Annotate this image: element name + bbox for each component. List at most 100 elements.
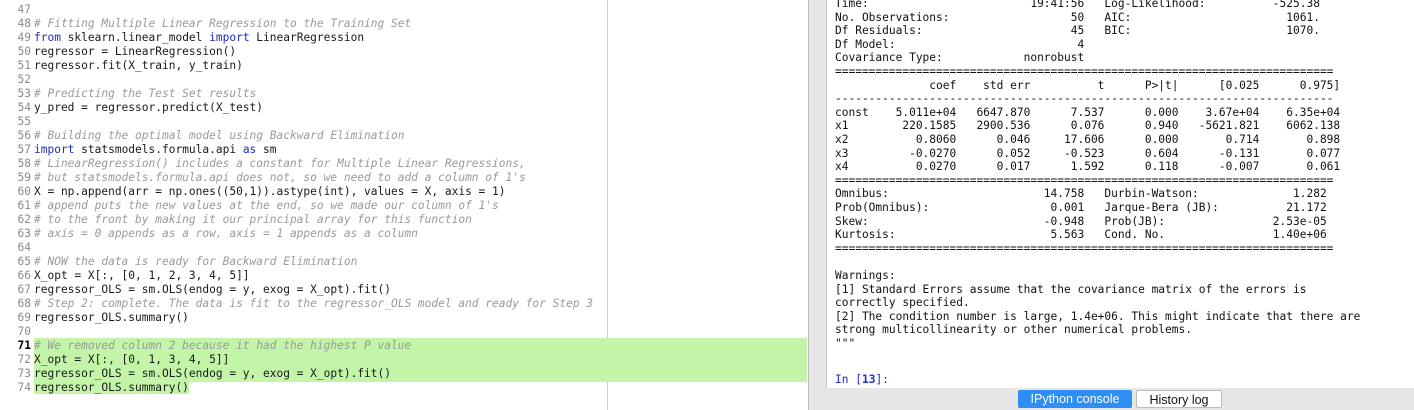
code-text: regressor = LinearRegression() [34,45,237,58]
code-text: # axis = 0 appends as a row, axis = 1 ap… [34,227,418,240]
code-line[interactable]: 47 [0,3,808,17]
ipython-console-output[interactable]: Time: 19:41:56 Log-Likelihood: -525.38 No… [826,0,1414,388]
console-line: strong multicollinearity or other numeri… [835,323,1192,337]
console-prompt[interactable]: In [13]: [835,373,1407,386]
console-line: Covariance Type: nonrobust [835,51,1085,65]
code-line[interactable]: 69 regressor_OLS.summary() [0,311,808,325]
console-line: ========================================… [835,65,1334,78]
code-line[interactable]: 53 # Predicting the Test Set results [0,87,808,101]
line-number: 64 [17,241,31,254]
code-text: # append puts the new values at the end,… [34,199,499,212]
code-line[interactable]: 62 # to the front by making it our princi… [0,213,808,227]
code-line[interactable]: 51 regressor.fit(X_train, y_train) [0,59,808,73]
code-line[interactable]: 63 # axis = 0 appends as a row, axis = 1 … [0,227,808,241]
code-text: X_opt = X[:, [0, 1, 3, 4, 5]] [34,353,230,366]
line-number: 60 [17,185,31,198]
line-number: 61 [17,199,31,212]
line-number: 55 [17,115,31,128]
code-line[interactable]: 73 regressor_OLS = sm.OLS(endog = y, exog… [0,367,808,381]
code-line[interactable]: 64 [0,241,808,255]
console-line: Df Residuals: 45 BIC: 1070. [835,24,1320,38]
console-line: ========================================… [835,241,1334,255]
pane-divider[interactable] [808,0,809,410]
prompt-number: 13 [861,373,876,386]
code-text: X_opt = X[:, [0, 1, 2, 3, 4, 5]] [34,269,250,282]
line-number: 66 [17,269,31,282]
console-line: coef std err t P>|t| [0.025 0.975] [835,78,1341,92]
code-text: regressor_OLS = sm.OLS(endog = y, exog =… [34,283,391,296]
code-line[interactable]: 60 X = np.append(arr = np.ones((50,1)).as… [0,185,808,199]
code-text: # Predicting the Test Set results [34,87,257,100]
code-line[interactable]: 57 import statsmodels.formula.api as sm [0,143,808,157]
code-line[interactable]: 49 from sklearn.linear_model import Linea… [0,31,808,45]
code-line[interactable]: 56 # Building the optimal model using Bac… [0,129,808,143]
code-line[interactable]: 55 [0,115,808,129]
line-number: 74 [17,381,31,394]
console-line: Time: 19:41:56 Log-Likelihood: -525.38 [835,0,1320,10]
prompt-suffix: ]: [875,373,889,386]
code-text: from sklearn.linear_model import LinearR… [34,31,365,44]
console-line: Kurtosis: 5.563 Cond. No. 1.40e+06 [835,228,1327,242]
code-line[interactable]: 70 [0,325,808,339]
console-line: x3 -0.0270 0.052 -0.523 0.604 -0.131 0.0… [835,146,1341,160]
line-number: 48 [17,17,31,30]
line-number: 72 [17,353,31,366]
line-number: 69 [17,311,31,324]
code-text: regressor_OLS.summary() [34,311,189,324]
line-number: 57 [17,143,31,156]
code-line[interactable]: 71 # We removed column 2 because it had t… [0,339,808,353]
line-number: 73 [17,367,31,380]
console-line: """ [835,337,856,350]
code-text: import statsmodels.formula.api as sm [34,143,277,156]
code-line[interactable]: 48 # Fitting Multiple Linear Regression t… [0,17,808,31]
console-line: x2 0.8060 0.046 17.606 0.000 0.714 0.898 [835,133,1341,146]
tab-ipython-console[interactable]: IPython console [1018,390,1132,408]
line-number: 70 [17,325,31,338]
code-text: regressor_OLS = sm.OLS(endog = y, exog =… [34,367,391,380]
console-line: Skew: -0.948 Prob(JB): 2.53e-05 [835,214,1327,228]
code-text: regressor_OLS.summary() [34,381,189,394]
code-line[interactable]: 74 regressor_OLS.summary() [0,381,808,395]
code-line[interactable]: 66 X_opt = X[:, [0, 1, 2, 3, 4, 5]] [0,269,808,283]
tab-history-log[interactable]: History log [1136,390,1222,408]
console-line: correctly specified. [835,296,970,310]
code-editor[interactable]: 47 48 # Fitting Multiple Linear Regression… [0,0,808,410]
code-text: # NOW the data is ready for Backward Eli… [34,255,358,268]
console-tab-bar: IPython console History log [826,388,1414,410]
line-number: 47 [17,3,31,16]
line-number: 71 [17,339,31,352]
code-text: # Building the optimal model using Backw… [34,129,405,142]
code-line[interactable]: 61 # append puts the new values at the en… [0,199,808,213]
line-number: 68 [17,297,31,310]
console-line: No. Observations: 50 AIC: 1061. [835,10,1320,24]
code-text: X = np.append(arr = np.ones((50,1)).asty… [34,185,506,198]
code-line[interactable]: 59 # but statsmodels.formula.api does not… [0,171,808,185]
line-number: 67 [17,283,31,296]
console-line: x1 220.1585 2900.536 0.076 0.940 -5621.8… [835,119,1341,133]
code-line[interactable]: 52 [0,73,808,87]
console-line: Prob(Omnibus): 0.001 Jarque-Bera (JB): 2… [835,201,1327,214]
code-text: # Fitting Multiple Linear Regression to … [34,17,412,30]
code-line[interactable]: 65 # NOW the data is ready for Backward E… [0,255,808,269]
console-line: [1] Standard Errors assume that the cova… [835,282,1307,296]
code-text: # LinearRegression() includes a constant… [34,157,526,170]
line-number: 51 [17,59,31,72]
line-number: 52 [17,73,31,86]
line-number: 59 [17,171,31,184]
console-line: Omnibus: 14.758 Durbin-Watson: 1.282 [835,187,1327,201]
line-number: 58 [17,157,31,170]
line-number: 49 [17,31,31,44]
line-number: 63 [17,227,31,240]
code-line[interactable]: 50 regressor = LinearRegression() [0,45,808,59]
console-line: ----------------------------------------… [835,92,1334,106]
line-number: 65 [17,255,31,268]
line-number: 56 [17,129,31,142]
code-line[interactable]: 58 # LinearRegression() includes a consta… [0,157,808,171]
code-line[interactable]: 67 regressor_OLS = sm.OLS(endog = y, exog… [0,283,808,297]
code-text: regressor.fit(X_train, y_train) [34,59,243,72]
code-line[interactable]: 72 X_opt = X[:, [0, 1, 3, 4, 5]] [0,353,808,367]
code-line[interactable]: 68 # Step 2: complete. The data is fit to… [0,297,808,311]
code-line[interactable]: 54 y_pred = regressor.predict(X_test) [0,101,808,115]
